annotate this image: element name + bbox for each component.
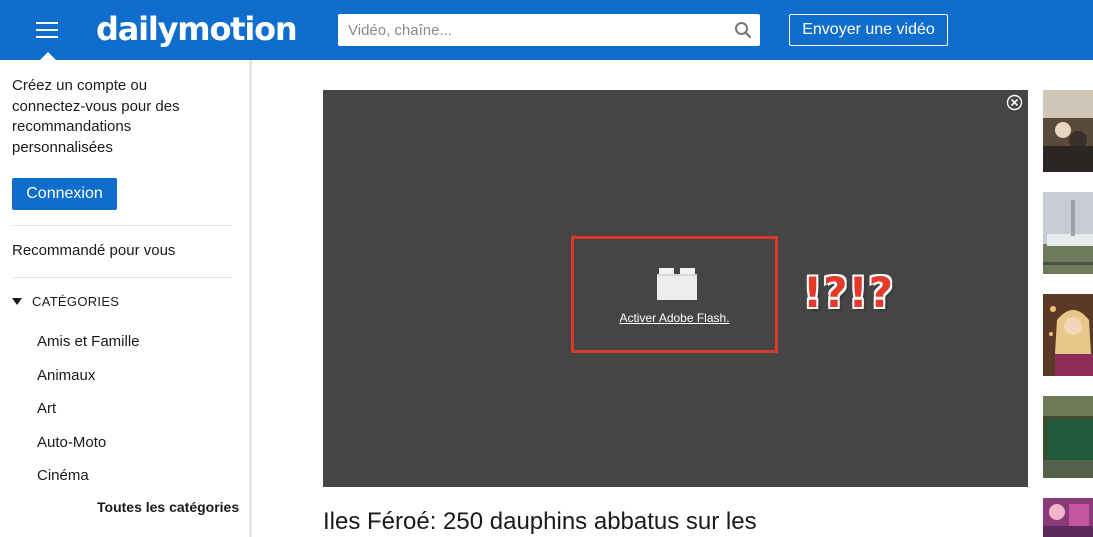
thumbnail[interactable] xyxy=(1043,294,1093,376)
caret-down-icon xyxy=(12,298,22,305)
menu-pointer-arrow xyxy=(40,52,56,60)
dailymotion-logo[interactable]: dailymotion xyxy=(96,10,298,48)
login-button[interactable]: Connexion xyxy=(12,178,117,210)
search-input[interactable] xyxy=(338,14,728,46)
thumbnail[interactable] xyxy=(1043,396,1093,478)
hamburger-menu-icon[interactable] xyxy=(36,20,58,38)
video-title: Iles Féroé: 250 dauphins abbatus sur les xyxy=(323,508,757,535)
sidebar-item-category[interactable]: Cinéma xyxy=(37,466,140,500)
sidebar: Créez un compte ou connectez-vous pour d… xyxy=(0,60,252,537)
lego-plugin-icon xyxy=(657,268,697,300)
all-categories-link[interactable]: Toutes les catégories xyxy=(97,499,239,515)
thumbnail[interactable] xyxy=(1043,498,1093,537)
categories-heading: CATÉGORIES xyxy=(32,294,120,309)
annotation-text: !?!? xyxy=(803,268,895,317)
sidebar-item-category[interactable]: Art xyxy=(37,399,140,433)
sidebar-intro-text: Créez un compte ou connectez-vous pour d… xyxy=(12,77,180,156)
enable-flash-link[interactable]: Activer Adobe Flash. xyxy=(574,311,775,325)
categories-toggle[interactable]: CATÉGORIES xyxy=(12,294,119,309)
sidebar-divider xyxy=(12,277,232,278)
sidebar-divider xyxy=(12,225,232,226)
thumbnail[interactable] xyxy=(1043,90,1093,172)
categories-list: Amis et Famille Animaux Art Auto-Moto Ci… xyxy=(37,332,140,500)
flash-plugin-placeholder: Activer Adobe Flash. xyxy=(571,236,778,353)
sidebar-item-category[interactable]: Animaux xyxy=(37,366,140,400)
sidebar-item-category[interactable]: Amis et Famille xyxy=(37,332,140,366)
thumbnail[interactable] xyxy=(1043,192,1093,274)
top-bar: dailymotion Envoyer une vidéo xyxy=(0,0,1093,60)
upload-video-button[interactable]: Envoyer une vidéo xyxy=(789,14,948,46)
search-box xyxy=(338,14,760,46)
video-player[interactable]: Activer Adobe Flash. xyxy=(323,90,1028,487)
sidebar-item-category[interactable]: Auto-Moto xyxy=(37,433,140,467)
search-icon[interactable] xyxy=(734,21,752,39)
sidebar-item-recommended[interactable]: Recommandé pour vous xyxy=(12,242,175,259)
close-icon[interactable] xyxy=(1006,94,1023,111)
